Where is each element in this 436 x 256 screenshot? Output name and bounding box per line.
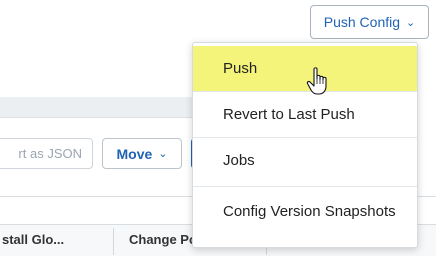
move-button[interactable]: Move ⌄ xyxy=(102,138,182,169)
menu-item-push[interactable]: Push xyxy=(193,46,417,91)
chevron-down-icon: ⌄ xyxy=(158,148,168,160)
push-config-button[interactable]: Push Config ⌄ xyxy=(310,5,429,39)
menu-item-jobs[interactable]: Jobs xyxy=(193,138,417,183)
menu-separator xyxy=(193,186,417,187)
export-json-label: rt as JSON xyxy=(18,146,82,161)
push-config-label: Push Config xyxy=(323,14,401,30)
menu-item-push-label: Push xyxy=(223,60,258,77)
hand-pointer-icon xyxy=(306,67,327,95)
table-toolbar-strip xyxy=(0,97,193,118)
menu-item-jobs-label: Jobs xyxy=(223,152,255,169)
move-label: Move xyxy=(116,145,153,162)
column-separator xyxy=(113,228,114,255)
chevron-down-icon: ⌄ xyxy=(406,17,416,29)
menu-item-config-version-snapshots[interactable]: Config Version Snapshots xyxy=(193,189,417,234)
menu-item-revert-to-last-push[interactable]: Revert to Last Push xyxy=(193,92,417,137)
export-json-button[interactable]: rt as JSON xyxy=(0,138,93,169)
push-config-menu: Push Revert to Last Push Jobs Config Ver… xyxy=(192,42,418,248)
menu-item-revert-label: Revert to Last Push xyxy=(223,106,355,123)
column-header-install-global[interactable]: stall Glo... xyxy=(2,232,110,255)
menu-item-snapshots-label: Config Version Snapshots xyxy=(223,203,396,220)
